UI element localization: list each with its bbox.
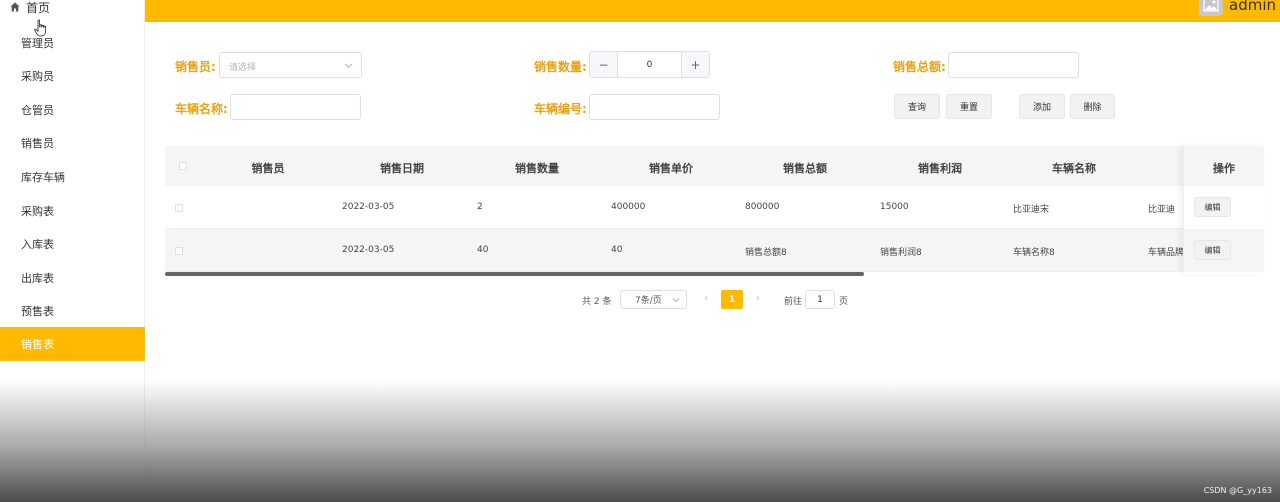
action-cell: 编辑: [1183, 229, 1264, 272]
vehicle-code-input[interactable]: [589, 94, 720, 120]
row-checkbox[interactable]: [175, 204, 183, 212]
table-row: 2022-03-05 40 40 销售总额8 销售利润8 车辆名称8 车辆品牌: [165, 229, 1264, 272]
sidebar-item-label: 仓管员: [21, 104, 54, 117]
sidebar-item-admin[interactable]: 管理员: [0, 26, 145, 60]
watermark: CSDN @G_yy163: [1203, 486, 1272, 495]
cell-quantity: 2: [477, 202, 483, 212]
vehicle-name-input[interactable]: [230, 94, 361, 120]
sidebar-item-label: 出库表: [21, 272, 54, 285]
sidebar-item-presale-table[interactable]: 预售表: [0, 294, 145, 328]
sidebar-item-stock-vehicles[interactable]: 库存车辆: [0, 160, 145, 194]
column-header: 销售总额: [783, 162, 827, 175]
table-header: 销售员 销售日期 销售数量 销售单价 销售总额 销售利润 车辆名称: [165, 146, 1264, 186]
add-button[interactable]: 添加: [1019, 94, 1065, 119]
horizontal-scrollbar[interactable]: [165, 272, 864, 276]
column-header: 操作: [1213, 162, 1235, 175]
action-column: 操作 编辑 编辑: [1183, 146, 1264, 274]
sidebar-item-label: 入库表: [21, 238, 54, 251]
column-header: 销售日期: [380, 162, 424, 175]
cell-vehicle-name: 比亚迪宋: [1013, 205, 1050, 215]
page-size-value: 7条/页: [635, 296, 662, 306]
quantity-stepper: − 0 +: [589, 51, 710, 78]
chevron-down-icon: [344, 63, 353, 69]
sidebar-item-label: 销售表: [21, 338, 54, 351]
page-number-current[interactable]: 1: [721, 290, 743, 309]
bottom-fade-overlay: [0, 380, 1280, 502]
sidebar-item-sales-table[interactable]: 销售表: [0, 327, 145, 361]
salesperson-select[interactable]: 请选择: [219, 52, 362, 78]
cell-profit: 15000: [880, 202, 909, 212]
delete-button[interactable]: 删除: [1070, 94, 1115, 119]
sidebar-item-purchase-table[interactable]: 采购表: [0, 194, 145, 228]
total-label: 销售总额:: [893, 60, 946, 74]
image-placeholder-icon: [1203, 0, 1219, 12]
page-suffix: 页: [839, 297, 849, 307]
cell-date: 2022-03-05: [342, 202, 395, 212]
edit-button[interactable]: 编辑: [1194, 240, 1231, 260]
column-header: 车辆名称: [1052, 162, 1096, 175]
column-header: 销售利润: [918, 162, 962, 175]
quantity-label: 销售数量:: [534, 60, 587, 74]
cell-total: 销售总额8: [745, 248, 787, 258]
pagination-total: 共 2 条: [582, 297, 612, 307]
cell-brand: 车辆品牌: [1148, 248, 1185, 258]
user-name: admin: [1229, 0, 1276, 14]
decrement-button[interactable]: −: [590, 52, 617, 77]
column-header: 销售单价: [649, 162, 693, 175]
salesperson-label: 销售员:: [175, 60, 216, 74]
increment-button[interactable]: +: [682, 52, 709, 77]
sidebar-item-warehouse-keeper[interactable]: 仓管员: [0, 93, 145, 127]
select-all-checkbox[interactable]: [179, 162, 187, 170]
column-header: 销售数量: [515, 162, 559, 175]
sidebar-item-label: 库存车辆: [21, 171, 65, 184]
sidebar-item-inbound-table[interactable]: 入库表: [0, 227, 145, 261]
next-page-button[interactable]: ›: [756, 293, 760, 304]
goto-page-input[interactable]: 1: [805, 290, 835, 309]
cell-quantity: 40: [477, 245, 489, 255]
user-menu[interactable]: admin: [1199, 0, 1276, 16]
cell-brand: 比亚迪: [1148, 205, 1176, 215]
sidebar-item-label: 采购表: [21, 205, 54, 218]
sidebar-item-label: 销售员: [21, 137, 54, 150]
cell-unit-price: 400000: [611, 202, 646, 212]
cell-profit: 销售利润8: [880, 248, 922, 258]
sidebar-item-purchaser[interactable]: 采购员: [0, 59, 145, 93]
total-input[interactable]: [948, 52, 1079, 78]
vehicle-name-label: 车辆名称:: [175, 102, 228, 116]
app-root: 首页 管理员 采购员 仓管员 销售员 库存车辆 采购表 入库表 出库表 预售表 …: [0, 0, 1280, 502]
sidebar-item-outbound-table[interactable]: 出库表: [0, 261, 145, 295]
cell-total: 800000: [745, 202, 780, 212]
top-header: admin: [145, 0, 1280, 22]
cell-unit-price: 40: [611, 245, 623, 255]
sidebar-item-label: 采购员: [21, 70, 54, 83]
column-header: 销售员: [251, 162, 285, 175]
page-size-select[interactable]: 7条/页: [620, 290, 687, 309]
sidebar-item-label: 管理员: [21, 37, 54, 50]
reset-button[interactable]: 重置: [946, 94, 992, 119]
prev-page-button[interactable]: ‹: [704, 293, 708, 304]
salesperson-placeholder: 请选择: [229, 63, 257, 73]
sidebar-item-salesperson[interactable]: 销售员: [0, 126, 145, 160]
vehicle-code-label: 车辆编号:: [534, 102, 587, 116]
table-row: 2022-03-05 2 400000 800000 15000 比亚迪宋 比亚…: [165, 186, 1264, 229]
action-cell: 编辑: [1183, 186, 1264, 229]
quantity-input[interactable]: 0: [617, 52, 682, 77]
action-column-header: 操作: [1183, 146, 1264, 186]
query-button[interactable]: 查询: [894, 94, 940, 119]
edit-button[interactable]: 编辑: [1194, 197, 1231, 217]
avatar: [1199, 0, 1223, 16]
cell-date: 2022-03-05: [342, 245, 395, 255]
home-link[interactable]: 首页: [10, 0, 51, 15]
home-label: 首页: [26, 0, 51, 15]
cell-vehicle-name: 车辆名称8: [1013, 248, 1055, 258]
sidebar-item-label: 预售表: [21, 305, 54, 318]
goto-label: 前往: [784, 297, 803, 307]
chevron-down-icon: [672, 298, 680, 303]
home-icon: [10, 2, 20, 12]
row-checkbox[interactable]: [175, 247, 183, 255]
